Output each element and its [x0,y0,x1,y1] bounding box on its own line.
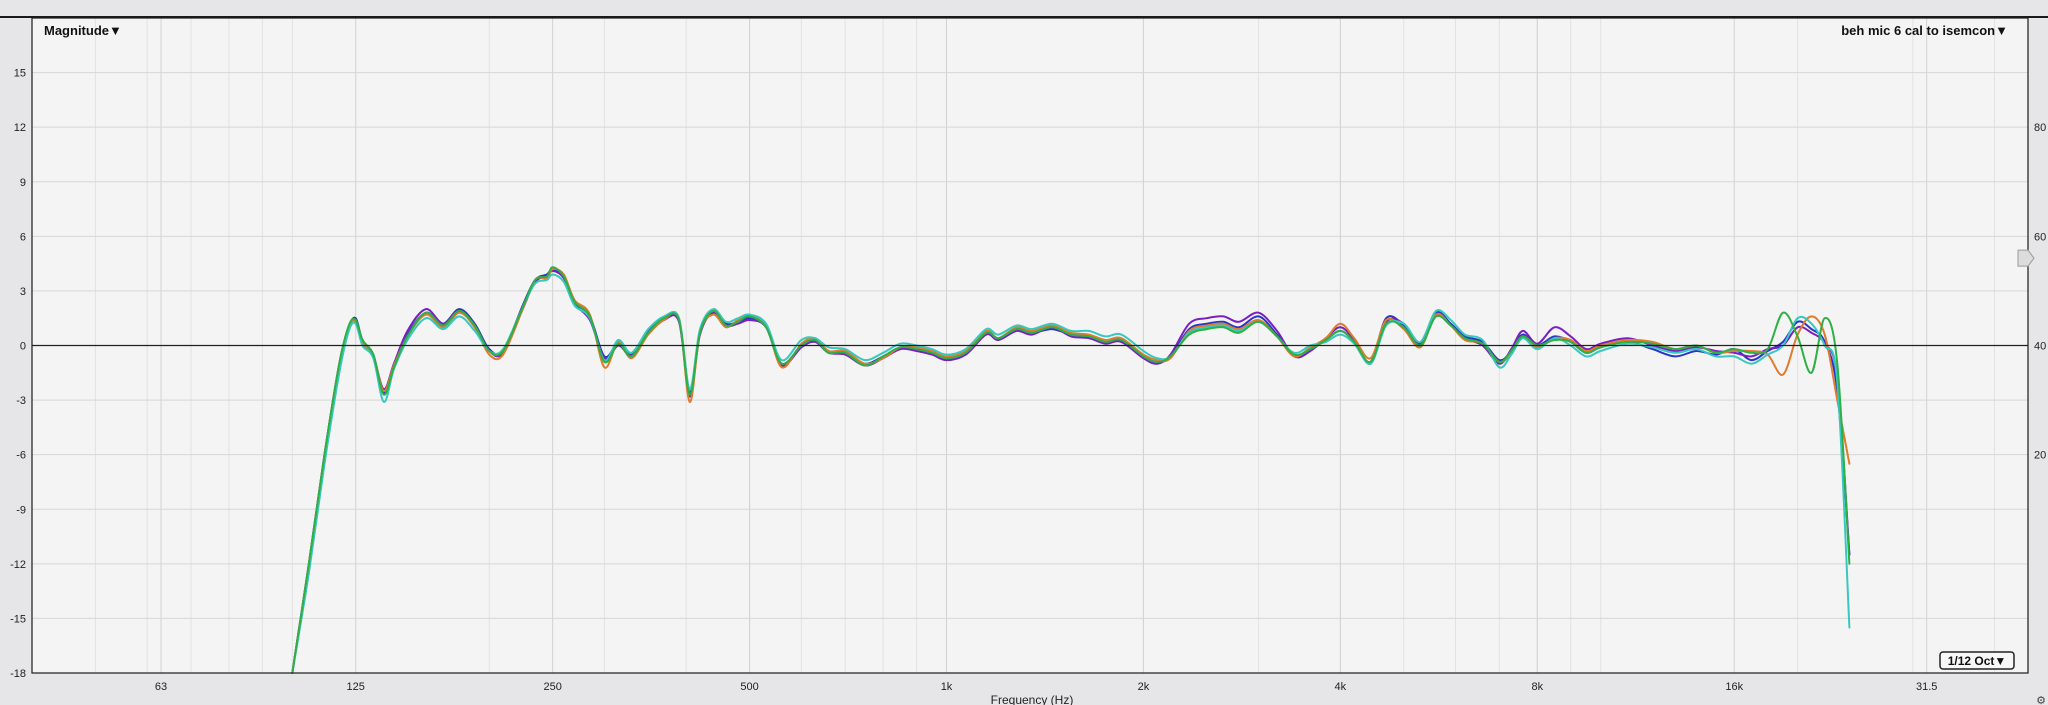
right-axis-tick-label: 60 [2034,231,2046,243]
x-tick-label: 500 [740,681,758,693]
right-axis-tick-label: 20 [2034,450,2046,462]
x-tick-label: 31.5 [1916,681,1937,693]
y-tick-label: -18 [10,668,26,680]
x-tick-label: 2k [1138,681,1150,693]
y-tick-label: 9 [20,177,26,189]
y-tick-label: 0 [20,341,26,353]
right-axis-tick-label: 80 [2034,122,2046,134]
x-tick-label: 1k [941,681,953,693]
measurement-dropdown[interactable]: beh mic 6 cal to isemcon▼ [1841,23,2008,38]
x-tick-label: 16k [1725,681,1743,693]
y-tick-label: 3 [20,286,26,298]
x-tick-label: 125 [347,681,365,693]
y-tick-label: -9 [16,504,26,516]
x-axis-label: Frequency (Hz) [991,693,1074,705]
y-tick-label: 6 [20,231,26,243]
y-tick-label: -15 [10,613,26,625]
x-tick-label: 250 [543,681,561,693]
x-tick-label: 63 [155,681,167,693]
right-axis-tick-label: 40 [2034,341,2046,353]
smoothing-button[interactable]: 1/12 Oct▼ [1939,651,2015,670]
y-tick-label: -6 [16,450,26,462]
y-tick-label: -3 [16,395,26,407]
y-tick-label: -12 [10,559,26,571]
frequency-response-chart: 15129630-3-6-9-12-15-18 80604020 63 125 25… [0,0,2048,705]
x-tick-label: 4k [1335,681,1347,693]
x-tick-label: 8k [1531,681,1543,693]
y-tick-label: 12 [14,122,26,134]
magnitude-dropdown[interactable]: Magnitude▼ [44,23,122,38]
y-tick-label: 15 [14,68,26,80]
settings-icon[interactable]: ⚙ [2036,695,2046,705]
smoothing-button-label: 1/12 Oct▼ [1948,654,2007,668]
